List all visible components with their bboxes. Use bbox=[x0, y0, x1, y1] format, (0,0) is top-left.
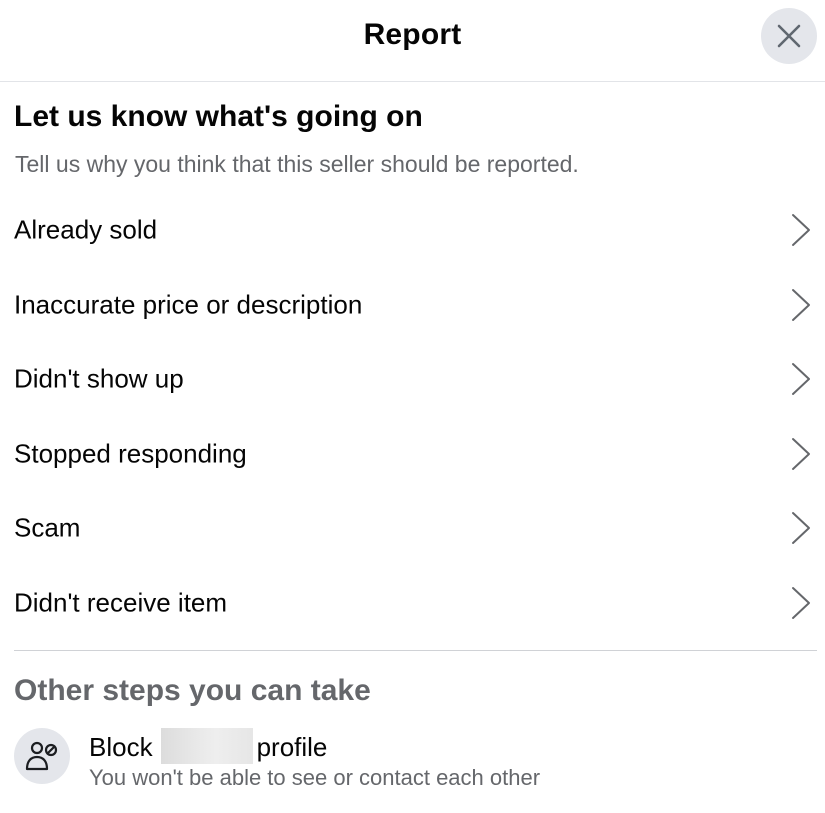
option-scam[interactable]: Scam bbox=[0, 491, 825, 565]
section-divider bbox=[14, 650, 817, 651]
block-label-prefix: Block bbox=[89, 732, 153, 762]
block-profile-button[interactable]: Block profile You won't be able to see or… bbox=[0, 718, 825, 798]
dialog-header: Report bbox=[0, 0, 825, 82]
block-label-suffix: profile bbox=[256, 732, 328, 762]
dialog-title: Report bbox=[363, 18, 462, 51]
option-label: Didn't show up bbox=[14, 363, 184, 394]
chevron-right-icon bbox=[792, 587, 810, 619]
close-button[interactable] bbox=[761, 8, 817, 64]
block-profile-subtitle: You won't be able to see or contact each… bbox=[89, 765, 541, 790]
chevron-right-icon bbox=[792, 512, 810, 544]
chevron-right-icon bbox=[792, 438, 810, 470]
section-title: Let us know what's going on bbox=[14, 100, 423, 133]
block-person-icon bbox=[25, 741, 58, 771]
report-dialog: Report Let us know what's going on Tell … bbox=[0, 0, 825, 813]
block-icon-circle bbox=[14, 728, 70, 784]
option-label: Scam bbox=[14, 512, 81, 543]
chevron-right-icon bbox=[792, 289, 810, 321]
option-inaccurate-price[interactable]: Inaccurate price or description bbox=[0, 268, 825, 342]
redacted-name bbox=[160, 728, 253, 764]
option-label: Didn't receive item bbox=[14, 587, 228, 618]
option-already-sold[interactable]: Already sold bbox=[0, 193, 825, 267]
option-didnt-show-up[interactable]: Didn't show up bbox=[0, 342, 825, 416]
section-subtitle: Tell us why you think that this seller s… bbox=[15, 151, 579, 177]
option-label: Stopped responding bbox=[14, 438, 247, 469]
close-icon bbox=[777, 24, 801, 48]
other-steps-title: Other steps you can take bbox=[14, 674, 371, 707]
option-label: Inaccurate price or description bbox=[14, 289, 363, 320]
option-label: Already sold bbox=[14, 214, 158, 245]
option-didnt-receive-item[interactable]: Didn't receive item bbox=[0, 566, 825, 640]
option-stopped-responding[interactable]: Stopped responding bbox=[0, 417, 825, 491]
block-profile-label: Block profile bbox=[89, 728, 327, 764]
chevron-right-icon bbox=[792, 214, 810, 246]
chevron-right-icon bbox=[792, 363, 810, 395]
